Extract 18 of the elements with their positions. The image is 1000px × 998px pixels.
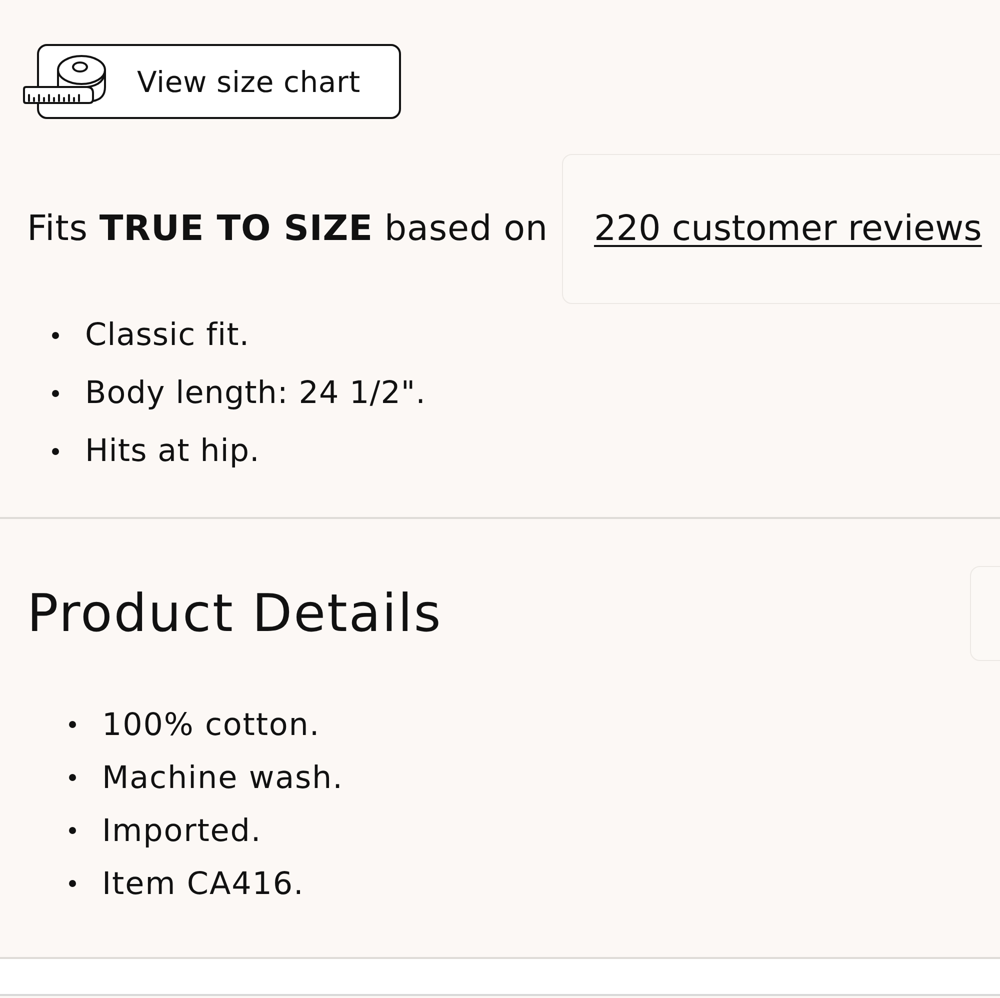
detail-item: Item CA416. <box>102 866 304 902</box>
bullet-icon <box>69 721 76 728</box>
detail-item: 100% cotton. <box>102 706 320 742</box>
bullet-icon <box>69 774 76 781</box>
reviews-link[interactable]: 220 customer reviews <box>594 209 982 249</box>
fit-note: Hits at hip. <box>85 433 260 469</box>
bullet-icon <box>52 332 59 338</box>
fit-note: Body length: 24 1/2". <box>85 375 426 411</box>
size-chart-button[interactable]: View size chart <box>37 44 401 119</box>
bullet-icon <box>69 880 76 887</box>
fit-note: Classic fit. <box>85 317 250 353</box>
bullet-icon <box>52 448 59 454</box>
bullet-icon <box>69 827 76 834</box>
detail-item: Imported. <box>102 812 262 848</box>
bullet-icon <box>52 390 59 396</box>
section-heading: Product Details <box>27 584 442 644</box>
fit-summary: Fits TRUE TO SIZE based on <box>27 209 548 249</box>
detail-item: Machine wash. <box>102 760 344 796</box>
